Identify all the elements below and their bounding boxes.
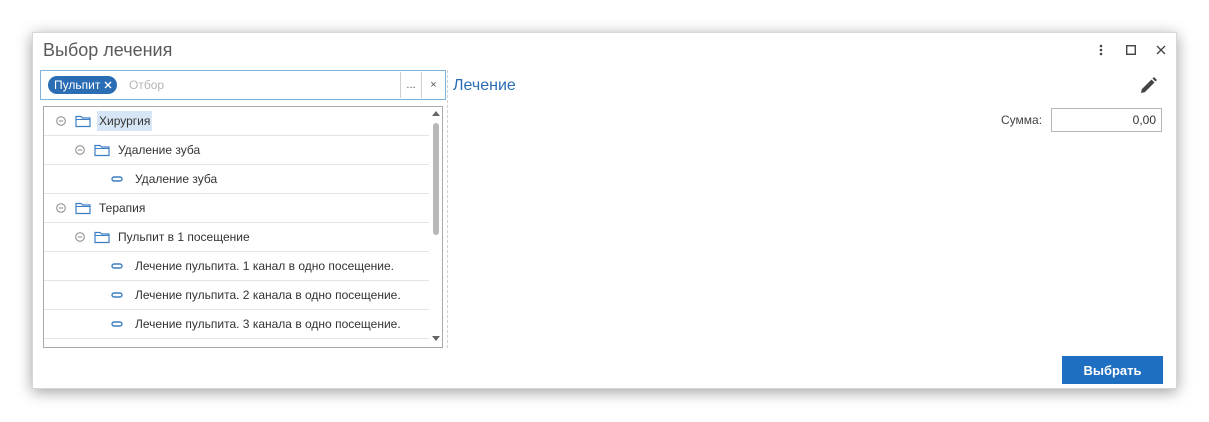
close-icon [1156,45,1166,55]
tree-row-label: Хирургия [97,111,153,131]
vertical-dots-icon [1099,44,1103,56]
item-icon [111,320,123,328]
tree-row[interactable]: Удаление зуба [44,165,429,194]
maximize-icon [1126,45,1136,55]
folder-icon [75,201,91,215]
folder-icon [94,230,110,244]
sum-label: Сумма: [1001,113,1043,127]
tree-row-label: Лечение пульпита. 3 канала в одно посеще… [135,317,401,331]
collapse-icon[interactable] [74,231,86,243]
treatment-tree: Хирургия Удаление зуба Удаление зуба Тер… [43,106,443,348]
collapse-icon[interactable] [55,115,67,127]
tree-row[interactable]: Пульпит в 1 посещение [44,223,429,252]
more-menu-button[interactable] [1092,41,1110,59]
folder-icon [94,143,110,157]
sum-input[interactable] [1051,108,1162,132]
filter-chip-label: Пульпит [54,78,101,92]
filter-input[interactable]: Отбор [129,78,164,92]
filter-field[interactable]: Пульпит Отбор ... × [40,70,446,100]
scroll-up-arrow-icon[interactable] [432,110,440,116]
filter-choose-button[interactable]: ... [400,72,421,98]
filter-clear-button[interactable]: × [421,72,445,98]
tree-row[interactable]: Лечение пульпита. 2 канала в одно посеще… [44,281,429,310]
tree-row-label: Лечение пульпита. 1 канал в одно посещен… [135,259,394,273]
treatment-section-link[interactable]: Лечение [453,77,516,95]
scroll-down-arrow-icon[interactable] [432,336,440,342]
filter-chip[interactable]: Пульпит [48,76,118,94]
tree-row[interactable]: Лечение пульпита. 3 канала в одно посеще… [44,310,429,339]
item-icon [111,262,123,270]
close-button[interactable] [1152,41,1170,59]
treatment-dialog: Выбор лечения Пульпит Отбор ... × Хирург… [32,32,1177,389]
scrollbar-thumb[interactable] [433,123,439,235]
tree-row-label: Удаление зуба [135,172,218,186]
tree-row[interactable]: Лечение пульпита. 1 канал в одно посещен… [44,252,429,281]
tree-row-label: Лечение пульпита. 2 канала в одно посеще… [135,288,401,302]
tree-row[interactable]: Хирургия [44,107,429,136]
select-button[interactable]: Выбрать [1062,356,1163,384]
tree-row[interactable]: Терапия [44,194,429,223]
tree-row-label: Пульпит в 1 посещение [118,230,250,244]
folder-icon [75,114,91,128]
item-icon [111,175,123,183]
collapse-icon[interactable] [55,202,67,214]
chip-remove-icon[interactable] [103,80,113,90]
tree-row[interactable]: Удаление зуба [44,136,429,165]
collapse-icon[interactable] [74,144,86,156]
dialog-title: Выбор лечения [43,40,173,60]
pencil-icon [1141,77,1157,93]
maximize-button[interactable] [1122,41,1140,59]
edit-button[interactable] [1137,75,1159,97]
tree-row-label: Терапия [99,201,146,215]
item-icon [111,291,123,299]
panel-splitter[interactable] [447,70,448,348]
tree-row-label: Удаление зуба [118,143,201,157]
